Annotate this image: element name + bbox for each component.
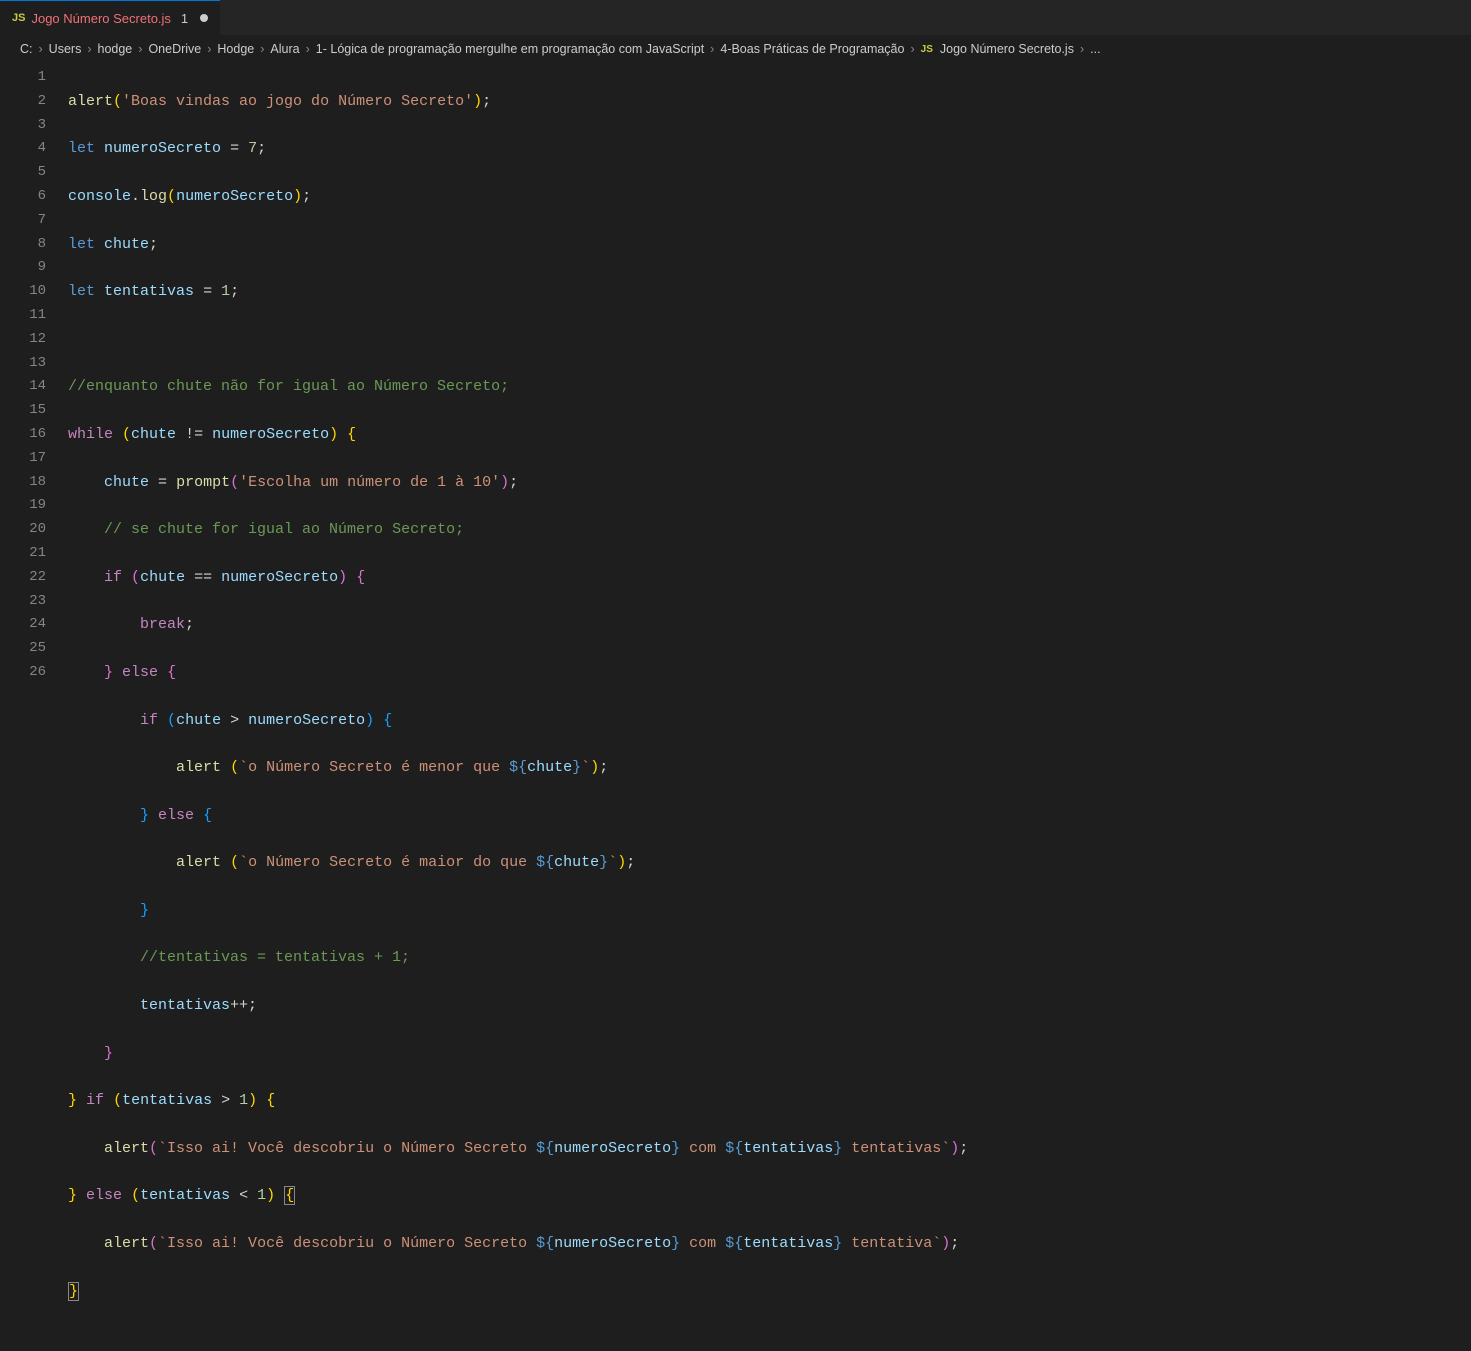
line-number: 13 (0, 352, 46, 376)
code-editor[interactable]: 1 2 3 4 5 6 7 8 9 10 11 12 13 14 15 16 1… (0, 62, 1471, 1351)
code-line[interactable]: if (chute == numeroSecreto) { (68, 566, 1471, 590)
code-line[interactable]: //tentativas = tentativas + 1; (68, 946, 1471, 970)
breadcrumb-part[interactable]: 4-Boas Práticas de Programação (720, 42, 904, 56)
js-file-icon: JS (12, 12, 25, 24)
line-number: 5 (0, 161, 46, 185)
code-line[interactable]: if (chute > numeroSecreto) { (68, 709, 1471, 733)
breadcrumb-part[interactable]: OneDrive (148, 42, 201, 56)
breadcrumb-file[interactable]: Jogo Número Secreto.js (940, 42, 1074, 56)
chevron-right-icon: › (138, 42, 142, 56)
breadcrumb-part[interactable]: C: (20, 42, 33, 56)
line-number: 6 (0, 185, 46, 209)
line-number: 10 (0, 280, 46, 304)
line-number: 24 (0, 613, 46, 637)
code-line[interactable]: } (68, 899, 1471, 923)
line-number: 12 (0, 328, 46, 352)
breadcrumb[interactable]: C: › Users › hodge › OneDrive › Hodge › Alura… (0, 36, 1471, 62)
chevron-right-icon: › (710, 42, 714, 56)
line-number: 7 (0, 209, 46, 233)
code-line[interactable]: let numeroSecreto = 7; (68, 137, 1471, 161)
code-line[interactable]: chute = prompt('Escolha um número de 1 à… (68, 471, 1471, 495)
breadcrumb-part[interactable]: Users (49, 42, 82, 56)
chevron-right-icon: › (306, 42, 310, 56)
code-line[interactable]: } else (tentativas < 1) { (68, 1184, 1471, 1208)
line-number: 21 (0, 542, 46, 566)
code-line[interactable]: alert(`Isso ai! Você descobriu o Número … (68, 1137, 1471, 1161)
line-number: 3 (0, 114, 46, 138)
line-number: 11 (0, 304, 46, 328)
breadcrumb-part[interactable]: Hodge (217, 42, 254, 56)
tab-active[interactable]: JS Jogo Número Secreto.js 1 (0, 0, 220, 35)
dirty-indicator-icon (200, 14, 208, 22)
line-number: 9 (0, 256, 46, 280)
chevron-right-icon: › (87, 42, 91, 56)
line-number-gutter: 1 2 3 4 5 6 7 8 9 10 11 12 13 14 15 16 1… (0, 66, 68, 1351)
code-line[interactable]: alert (`o Número Secreto é menor que ${c… (68, 756, 1471, 780)
tab-filename: Jogo Número Secreto.js (31, 11, 170, 26)
code-line[interactable]: } else { (68, 804, 1471, 828)
line-number: 23 (0, 590, 46, 614)
code-line[interactable]: alert (`o Número Secreto é maior do que … (68, 851, 1471, 875)
line-number: 22 (0, 566, 46, 590)
code-line[interactable]: } if (tentativas > 1) { (68, 1089, 1471, 1113)
code-line[interactable]: console.log(numeroSecreto); (68, 185, 1471, 209)
code-line[interactable]: } else { (68, 661, 1471, 685)
editor-tabs: JS Jogo Número Secreto.js 1 (0, 0, 1471, 36)
code-line[interactable]: break; (68, 613, 1471, 637)
line-number: 17 (0, 447, 46, 471)
breadcrumb-part[interactable]: 1- Lógica de programação mergulhe em pro… (316, 42, 704, 56)
js-file-icon: JS (921, 44, 933, 55)
breadcrumb-part[interactable]: hodge (98, 42, 133, 56)
code-line[interactable]: } (68, 1042, 1471, 1066)
code-line[interactable]: let tentativas = 1; (68, 280, 1471, 304)
line-number: 4 (0, 137, 46, 161)
chevron-right-icon: › (207, 42, 211, 56)
line-number: 8 (0, 233, 46, 257)
tab-problem-count: 1 (181, 11, 188, 26)
line-number: 16 (0, 423, 46, 447)
line-number: 2 (0, 90, 46, 114)
chevron-right-icon: › (260, 42, 264, 56)
code-line[interactable]: alert(`Isso ai! Você descobriu o Número … (68, 1232, 1471, 1256)
line-number: 1 (0, 66, 46, 90)
code-line[interactable]: // se chute for igual ao Número Secreto; (68, 518, 1471, 542)
code-content[interactable]: alert('Boas vindas ao jogo do Número Sec… (68, 66, 1471, 1351)
line-number: 20 (0, 518, 46, 542)
chevron-right-icon: › (39, 42, 43, 56)
code-line[interactable]: //enquanto chute não for igual ao Número… (68, 375, 1471, 399)
breadcrumb-tail[interactable]: ... (1090, 42, 1100, 56)
code-line[interactable]: while (chute != numeroSecreto) { (68, 423, 1471, 447)
code-line[interactable]: tentativas++; (68, 994, 1471, 1018)
code-line[interactable]: alert('Boas vindas ao jogo do Número Sec… (68, 90, 1471, 114)
chevron-right-icon: › (1080, 42, 1084, 56)
line-number: 15 (0, 399, 46, 423)
code-line[interactable]: let chute; (68, 233, 1471, 257)
line-number: 18 (0, 471, 46, 495)
line-number: 25 (0, 637, 46, 661)
breadcrumb-part[interactable]: Alura (270, 42, 299, 56)
line-number: 14 (0, 375, 46, 399)
line-number: 26 (0, 661, 46, 685)
line-number: 19 (0, 494, 46, 518)
code-line[interactable]: } (68, 1280, 1471, 1304)
chevron-right-icon: › (910, 42, 914, 56)
code-line[interactable] (68, 328, 1471, 352)
